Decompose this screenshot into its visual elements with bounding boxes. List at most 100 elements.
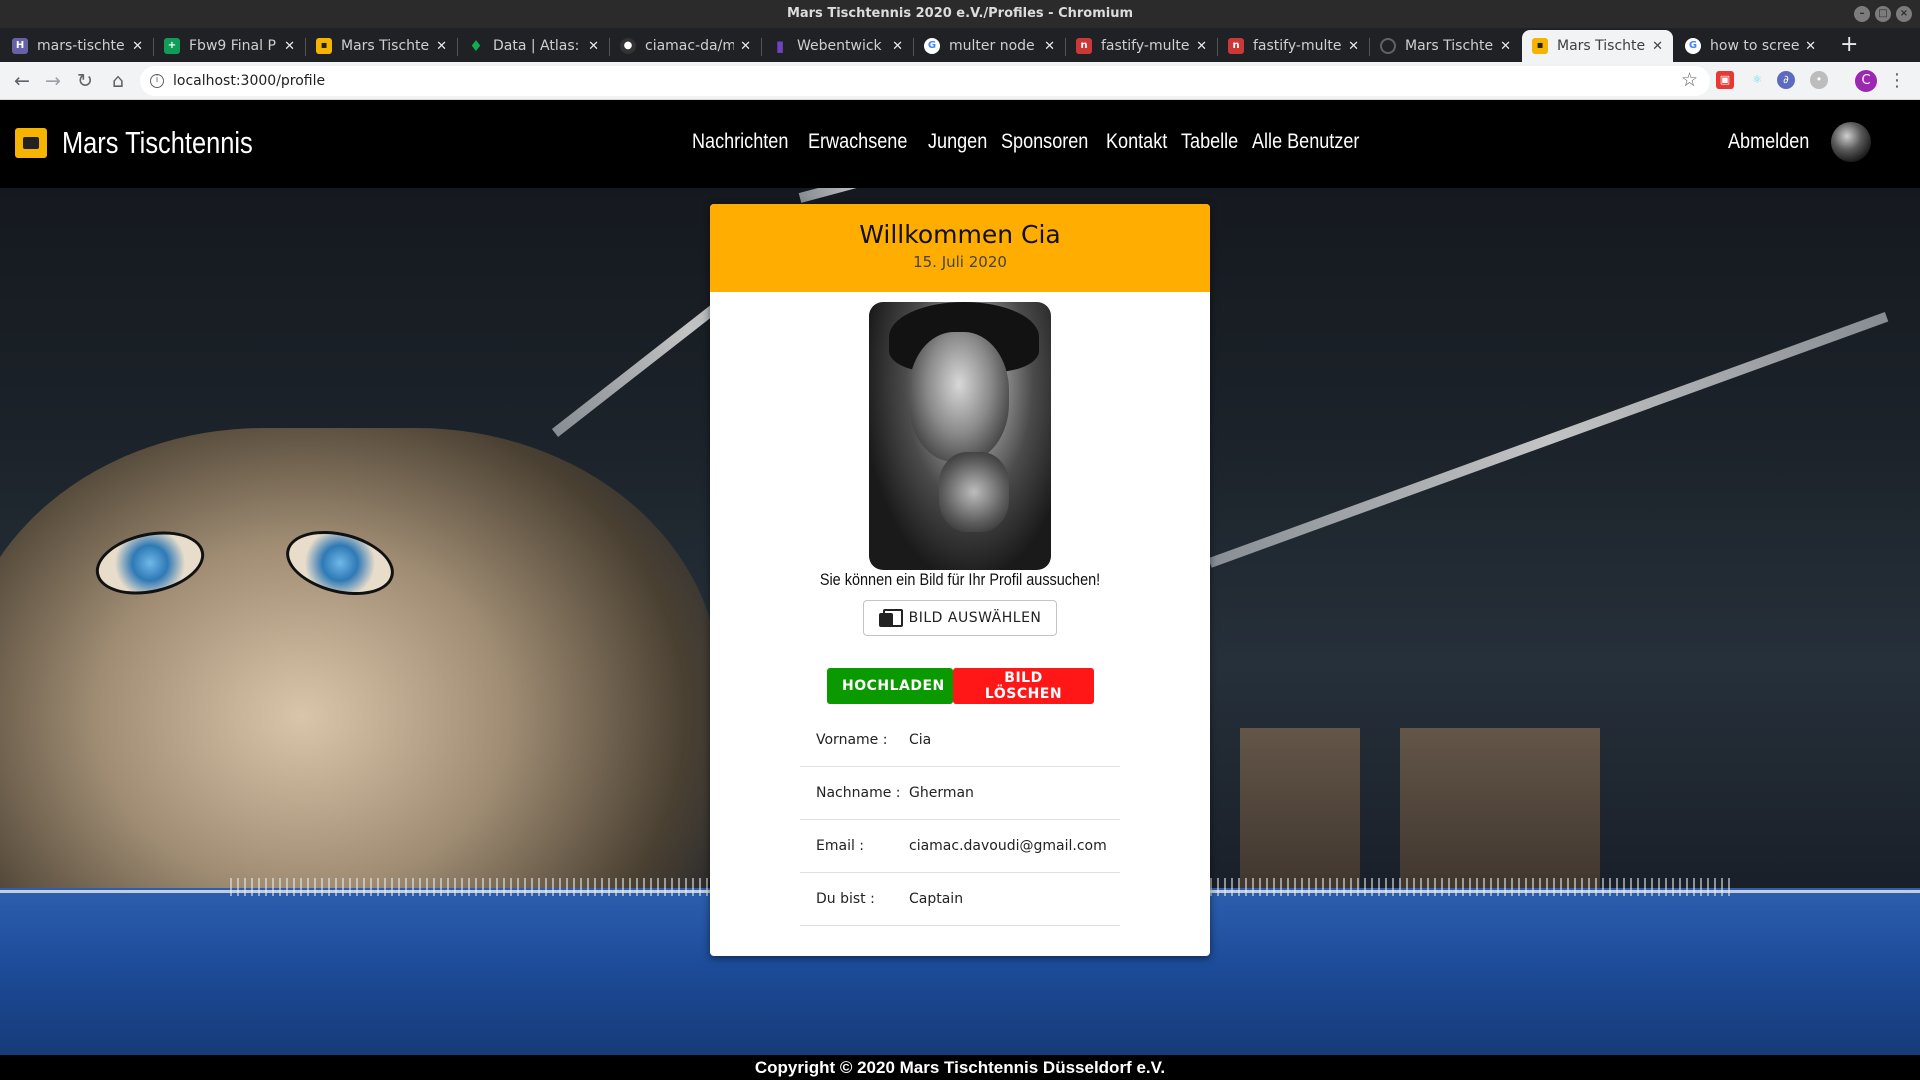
tab-close-icon[interactable]: ✕ <box>588 39 599 54</box>
logout-link[interactable]: Abmelden <box>1728 130 1809 154</box>
browser-tab[interactable]: + Fbw9 Final P ✕ <box>154 30 305 62</box>
tab-close-icon[interactable]: ✕ <box>1805 39 1816 54</box>
field-label: Email : <box>816 838 865 854</box>
browser-tab[interactable]: G how to scree ✕ <box>1675 30 1826 62</box>
tab-close-icon[interactable]: ✕ <box>892 39 903 54</box>
tab-label: ciamac-da/m <box>645 38 735 54</box>
photo-actions: HOCHLADEN BILD LÖSCHEN <box>827 668 1094 704</box>
welcome-title: Willkommen Cia <box>859 220 1061 249</box>
nav-alle-benutzer[interactable]: Alle Benutzer <box>1252 130 1359 154</box>
browser-tab[interactable]: ▪ Mars Tischte ✕ <box>306 30 457 62</box>
new-tab-icon[interactable]: + <box>1840 34 1858 56</box>
field-label: Du bist : <box>816 891 875 907</box>
address-bar[interactable]: i localhost:3000/profile ☆ <box>140 66 1710 96</box>
tab-close-icon[interactable]: ✕ <box>1652 39 1663 54</box>
browser-toolbar: ← → ↻ ⌂ i localhost:3000/profile ☆ ▣ ⚛ ∂… <box>0 62 1920 100</box>
profile-info-table: Vorname : Cia Nachname : Gherman Email :… <box>800 714 1120 926</box>
tab-label: multer node <box>949 38 1035 54</box>
react-devtools-icon[interactable]: ⚛ <box>1748 71 1766 89</box>
tab-close-icon[interactable]: ✕ <box>436 39 447 54</box>
photo-hint: Sie können ein Bild für Ihr Profil aussu… <box>819 570 1101 589</box>
nav-nachrichten[interactable]: Nachrichten <box>692 130 788 154</box>
page-footer: Copyright © 2020 Mars Tischtennis Düssel… <box>0 1055 1920 1080</box>
minimize-icon[interactable]: – <box>1854 6 1870 22</box>
browser-tab[interactable]: G multer node ✕ <box>914 30 1065 62</box>
back-icon[interactable]: ← <box>10 69 34 93</box>
tab-label: mars-tischte <box>37 38 125 54</box>
tab-label: Mars Tischte <box>341 38 430 54</box>
loading-icon <box>1380 38 1396 54</box>
bookmark-star-icon[interactable]: ☆ <box>1681 69 1698 91</box>
photo-library-icon <box>878 609 903 627</box>
upload-button[interactable]: HOCHLADEN <box>827 668 953 704</box>
choose-photo-button[interactable]: BILD AUSWÄHLEN <box>863 600 1057 636</box>
profile-card: Willkommen Cia 15. Juli 2020 Sie können … <box>710 204 1210 956</box>
profile-photo <box>869 302 1051 570</box>
extension-icon[interactable]: ▣ <box>1716 71 1734 89</box>
google-icon: G <box>924 38 940 54</box>
brand-name[interactable]: Mars Tischtennis <box>62 125 253 161</box>
ceiling-light <box>1208 312 1889 568</box>
sheets-icon: + <box>164 38 180 54</box>
site-logo-icon: ▪ <box>1532 38 1548 54</box>
tab-label: how to scree <box>1710 38 1800 54</box>
tab-label: fastify-multe <box>1101 38 1190 54</box>
field-value: Cia <box>909 732 932 748</box>
tab-close-icon[interactable]: ✕ <box>740 39 751 54</box>
window-controls: – □ × <box>1854 6 1912 22</box>
forward-icon[interactable]: → <box>41 69 65 93</box>
delete-photo-button[interactable]: BILD LÖSCHEN <box>953 668 1094 704</box>
card-header: Willkommen Cia 15. Juli 2020 <box>710 204 1210 292</box>
browser-tab[interactable]: ♦ Data | Atlas: ✕ <box>458 30 609 62</box>
maximize-icon[interactable]: □ <box>1875 6 1891 22</box>
nav-sponsoren[interactable]: Sponsoren <box>1001 130 1088 154</box>
reload-icon[interactable]: ↻ <box>73 69 97 93</box>
user-avatar[interactable] <box>1831 122 1871 162</box>
brand-logo-icon[interactable] <box>15 128 47 158</box>
main-nav: Nachrichten Erwachsene Jungen Sponsoren … <box>692 130 1365 154</box>
browser-tab[interactable]: n fastify-multe ✕ <box>1066 30 1217 62</box>
bookmark-icon: ▮ <box>775 37 785 55</box>
site-logo-icon: ▪ <box>316 38 332 54</box>
tab-label: Fbw9 Final P <box>189 38 276 54</box>
browser-tab[interactable]: ▮ Webentwick ✕ <box>762 30 913 62</box>
browser-tab[interactable]: n fastify-multe ✕ <box>1218 30 1369 62</box>
github-icon: ● <box>620 38 636 54</box>
extension-icon[interactable]: • <box>1810 71 1828 89</box>
browser-profile-icon[interactable]: C <box>1855 70 1877 92</box>
field-label: Vorname : <box>816 732 888 748</box>
table-row: Email : ciamac.davoudi@gmail.com <box>800 820 1120 873</box>
window-title: Mars Tischtennis 2020 e.V./Profiles - Ch… <box>786 6 1134 21</box>
nav-erwachsene[interactable]: Erwachsene <box>808 130 907 154</box>
url-text[interactable]: localhost:3000/profile <box>173 73 325 89</box>
tab-close-icon[interactable]: ✕ <box>1196 39 1207 54</box>
field-value: ciamac.davoudi@gmail.com <box>909 838 1107 854</box>
tab-close-icon[interactable]: ✕ <box>284 39 295 54</box>
home-icon[interactable]: ⌂ <box>106 69 130 93</box>
browser-tab-active[interactable]: ▪ Mars Tischte ✕ <box>1522 30 1673 62</box>
tab-close-icon[interactable]: ✕ <box>1500 39 1511 54</box>
table-row: Du bist : Captain <box>800 873 1120 926</box>
nav-jungen[interactable]: Jungen <box>928 130 987 154</box>
site-info-icon[interactable]: i <box>150 74 164 88</box>
tab-close-icon[interactable]: ✕ <box>1348 39 1359 54</box>
npm-icon: n <box>1076 38 1092 54</box>
close-icon[interactable]: × <box>1896 6 1912 22</box>
field-value: Captain <box>909 891 964 907</box>
tab-label: Data | Atlas: <box>493 38 580 54</box>
tab-label: Webentwick <box>797 38 882 54</box>
choose-photo-label: BILD AUSWÄHLEN <box>908 610 1042 626</box>
browser-tab[interactable]: H mars-tischte ✕ <box>2 30 153 62</box>
tab-close-icon[interactable]: ✕ <box>1044 39 1055 54</box>
extension-icon[interactable]: ∂ <box>1777 71 1795 89</box>
table-row: Vorname : Cia <box>800 714 1120 767</box>
browser-menu-icon[interactable]: ⋮ <box>1888 70 1906 92</box>
browser-tab[interactable]: ● ciamac-da/m ✕ <box>610 30 761 62</box>
npm-icon: n <box>1228 38 1244 54</box>
ceiling-light <box>798 188 918 203</box>
browser-tab[interactable]: Mars Tischte ✕ <box>1370 30 1521 62</box>
nav-kontakt[interactable]: Kontakt <box>1106 130 1167 154</box>
tab-close-icon[interactable]: ✕ <box>132 39 143 54</box>
nav-tabelle[interactable]: Tabelle <box>1181 130 1238 154</box>
app-header: Mars Tischtennis Nachrichten Erwachsene … <box>0 100 1920 188</box>
